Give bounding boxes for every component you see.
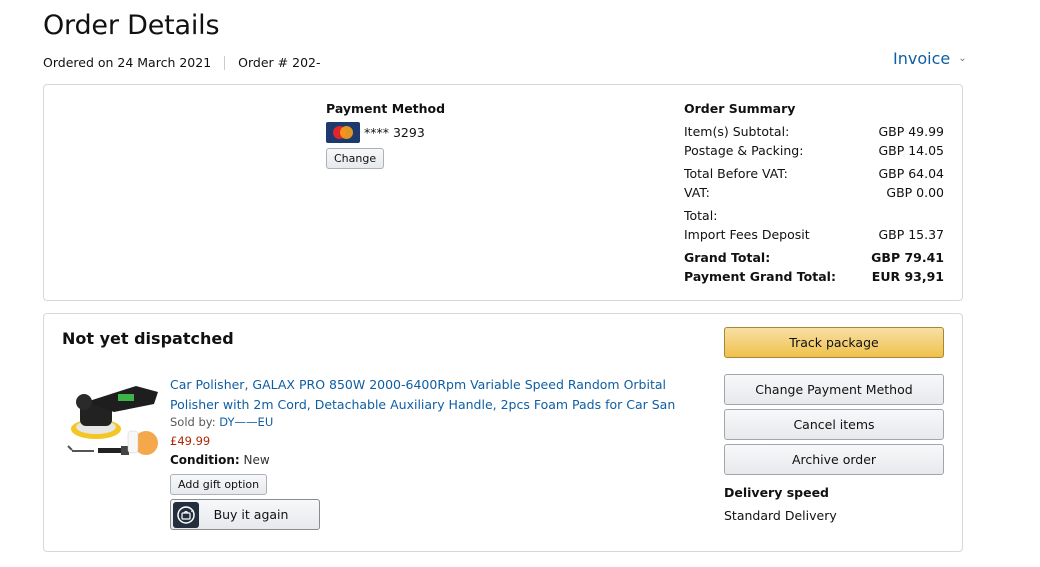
summary-label: Total:: [684, 208, 718, 223]
summary-value: GBP 15.37: [878, 227, 944, 242]
summary-value: GBP 64.04: [878, 166, 944, 181]
buy-again-button[interactable]: Buy it again: [170, 499, 320, 530]
summary-value: GBP 0.00: [886, 185, 944, 200]
invoice-dropdown[interactable]: Invoice ⌄: [893, 49, 967, 68]
delivery-speed-value: Standard Delivery: [724, 508, 837, 523]
change-payment-button[interactable]: Change: [326, 148, 385, 169]
shipment-card: Not yet dispatched Car Polisher, GALAX P…: [43, 313, 963, 552]
summary-value: GBP 49.99: [878, 124, 944, 139]
archive-order-button[interactable]: Archive order: [724, 444, 944, 475]
order-number: Order # 202-: [238, 55, 321, 70]
page-title: Order Details: [43, 10, 220, 41]
summary-row-grand-total: Grand Total: GBP 79.41: [684, 250, 944, 265]
summary-value: GBP 14.05: [878, 143, 944, 158]
buy-again-label: Buy it again: [213, 507, 289, 522]
mastercard-icon: [326, 122, 360, 143]
order-info-card: Payment Method **** 3293 Change Order Su…: [43, 84, 963, 301]
summary-row-subtotal: Item(s) Subtotal: GBP 49.99: [684, 124, 944, 139]
summary-row-before-vat: Total Before VAT: GBP 64.04: [684, 166, 944, 181]
summary-label: Payment Grand Total:: [684, 269, 836, 284]
shipment-status: Not yet dispatched: [62, 329, 234, 348]
meta-divider: [224, 55, 226, 70]
summary-label: Item(s) Subtotal:: [684, 124, 790, 139]
cancel-items-button[interactable]: Cancel items: [724, 409, 944, 440]
summary-value: EUR 93,91: [871, 269, 944, 284]
payment-method-title: Payment Method: [326, 101, 446, 116]
delivery-speed-title: Delivery speed: [724, 485, 830, 500]
summary-label: VAT:: [684, 185, 710, 200]
track-package-button[interactable]: Track package: [724, 327, 944, 358]
product-title-link[interactable]: Car Polisher, GALAX PRO 850W 2000-6400Rp…: [170, 375, 700, 414]
seller-link[interactable]: DY——EU: [219, 415, 273, 429]
summary-row-postage: Postage & Packing: GBP 14.05: [684, 143, 944, 158]
invoice-label: Invoice: [893, 49, 951, 68]
condition-value: New: [239, 453, 270, 467]
order-summary-title: Order Summary: [684, 101, 796, 116]
summary-row-vat: VAT: GBP 0.00: [684, 185, 944, 200]
buy-again-icon: [173, 501, 199, 528]
sold-by-label: Sold by:: [170, 415, 220, 429]
payment-method-row: **** 3293: [326, 122, 425, 143]
chevron-down-icon: ⌄: [958, 53, 967, 64]
card-number: **** 3293: [364, 125, 425, 140]
summary-row-payment-grand-total: Payment Grand Total: EUR 93,91: [684, 269, 944, 284]
add-gift-option-button[interactable]: Add gift option: [170, 474, 268, 495]
order-meta: Ordered on 24 March 2021 Order # 202-: [43, 55, 320, 70]
sold-by: Sold by: DY——EU: [170, 415, 273, 429]
ordered-on: Ordered on 24 March 2021: [43, 55, 212, 70]
product-condition: Condition: New: [170, 453, 270, 467]
product-image[interactable]: [66, 376, 160, 468]
summary-label: Total Before VAT:: [684, 166, 788, 181]
change-payment-method-button[interactable]: Change Payment Method: [724, 374, 944, 405]
summary-row-total: Total:: [684, 208, 944, 223]
condition-label: Condition:: [170, 453, 240, 467]
product-price: £49.99: [170, 434, 211, 448]
summary-label: Import Fees Deposit: [684, 227, 810, 242]
summary-label: Grand Total:: [684, 250, 771, 265]
summary-value: GBP 79.41: [871, 250, 944, 265]
summary-label: Postage & Packing:: [684, 143, 804, 158]
summary-row-import-fees: Import Fees Deposit GBP 15.37: [684, 227, 944, 242]
